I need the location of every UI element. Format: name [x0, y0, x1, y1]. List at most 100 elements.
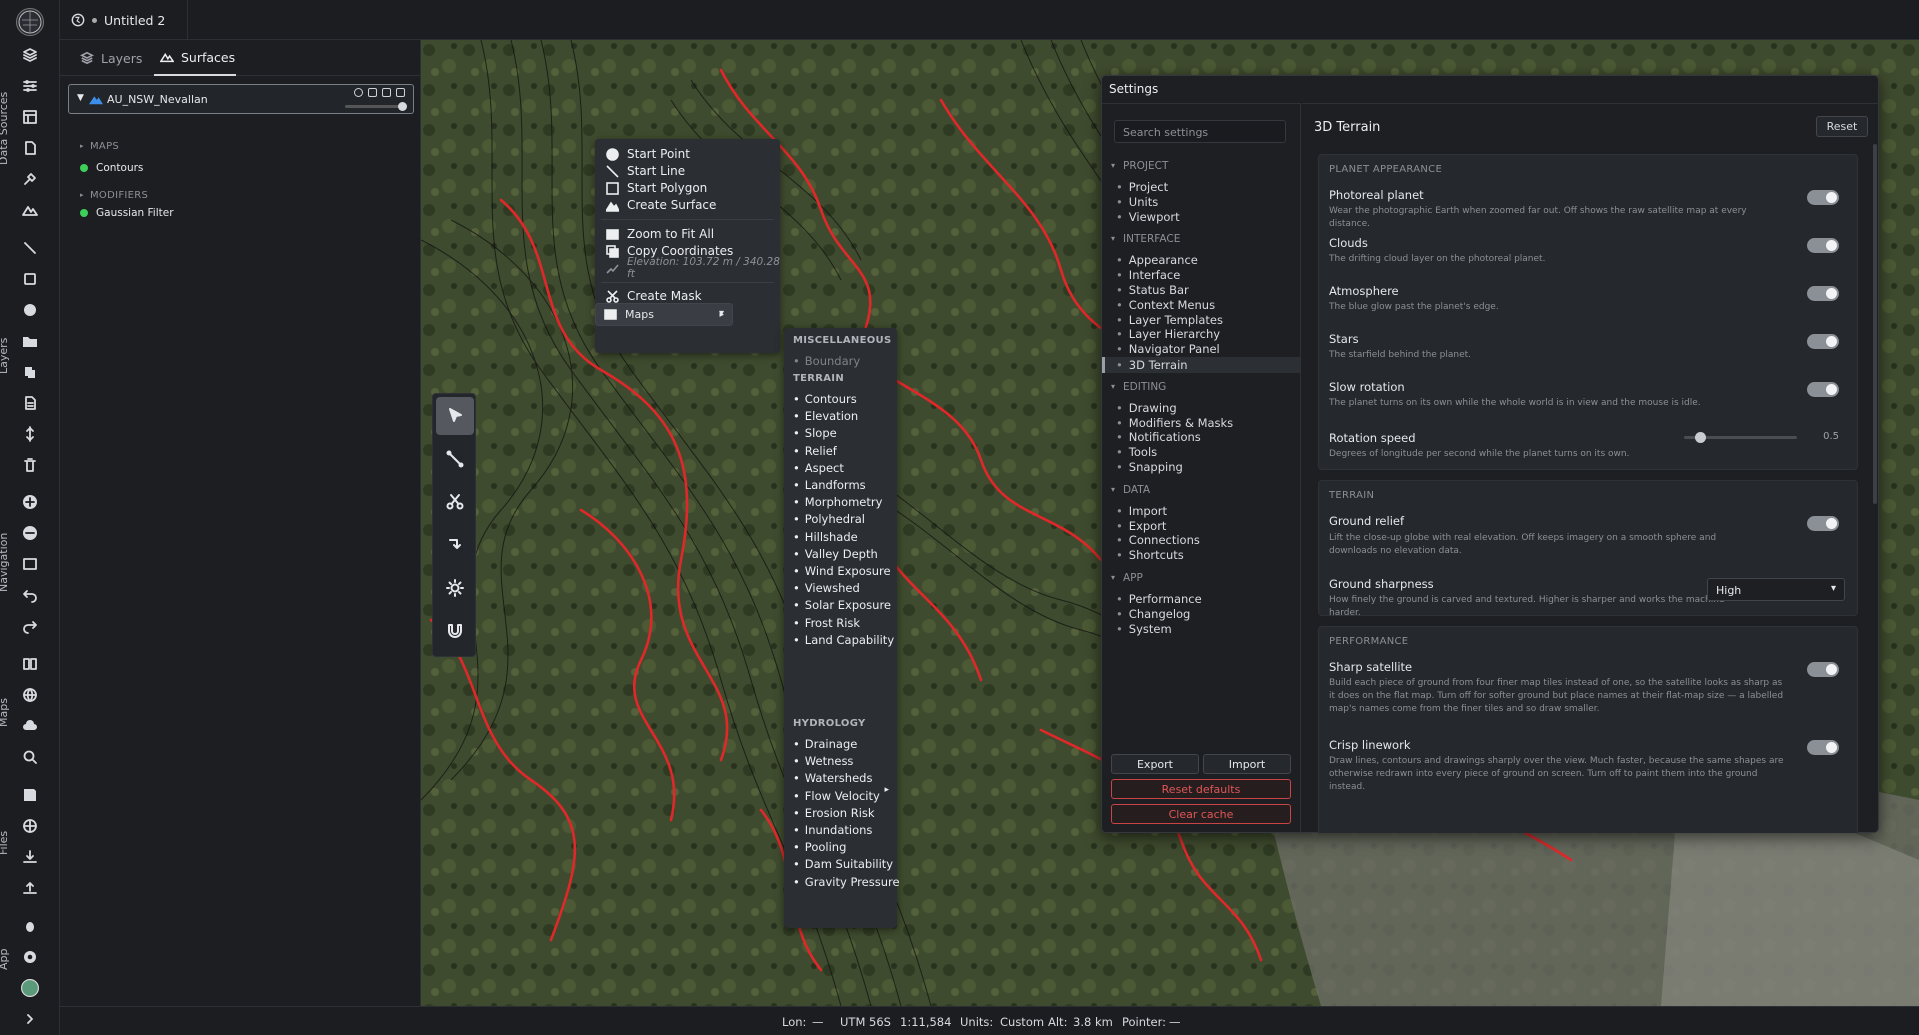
import-button[interactable]: Import	[1203, 754, 1291, 774]
settings-nav-item[interactable]: Import	[1116, 504, 1167, 518]
settings-nav-item[interactable]: Modifiers & Masks	[1116, 416, 1233, 430]
ground-relief-toggle[interactable]	[1807, 516, 1839, 531]
map-book-icon[interactable]	[18, 653, 42, 675]
settings-nav-item[interactable]: Appearance	[1116, 253, 1198, 267]
submenu-item[interactable]: Pooling	[793, 840, 847, 854]
settings-section-header[interactable]: INTERFACE	[1111, 233, 1180, 245]
snap-tool-button[interactable]	[436, 612, 474, 650]
setting-toggle[interactable]	[1807, 382, 1839, 397]
submenu-item[interactable]: Land Capability	[793, 633, 894, 647]
search-icon[interactable]	[18, 746, 42, 768]
settings-nav-item[interactable]: Units	[1116, 195, 1158, 209]
submenu-item[interactable]: Hillshade	[793, 530, 858, 544]
submenu-item[interactable]: Watersheds	[793, 771, 873, 785]
submenu-item[interactable]: Dam Suitability	[793, 857, 893, 871]
globe-icon[interactable]	[18, 684, 42, 706]
file-icon[interactable]	[18, 392, 42, 414]
cloud-icon[interactable]	[18, 715, 42, 737]
scrollbar[interactable]	[1873, 144, 1877, 504]
submenu-item[interactable]: Flow Velocity	[793, 789, 880, 803]
zoom-in-icon[interactable]	[18, 491, 42, 513]
select-tool-button[interactable]	[436, 397, 474, 435]
slider-handle[interactable]	[1694, 432, 1706, 443]
settings-section-header[interactable]: APP	[1111, 572, 1143, 584]
cut-tool-button[interactable]	[436, 483, 474, 521]
copy-icon[interactable]	[18, 361, 42, 383]
submenu-item[interactable]: Contours	[793, 392, 857, 406]
unlock-icon[interactable]	[382, 88, 391, 97]
fit-screen-icon[interactable]	[18, 553, 42, 575]
section-modifiers[interactable]: MODIFIERS	[80, 190, 148, 201]
reset-defaults-button[interactable]: Reset defaults	[1111, 779, 1291, 799]
submenu-item[interactable]: Elevation	[793, 409, 858, 423]
layers-stack-icon[interactable]	[18, 44, 42, 66]
status-units-value[interactable]: Custom	[1000, 1015, 1044, 1029]
line-tool-icon[interactable]	[18, 237, 42, 259]
submenu-item[interactable]: Aspect	[793, 461, 844, 475]
app-logo[interactable]	[16, 8, 44, 36]
submenu-item[interactable]: Morphometry	[793, 495, 883, 509]
submenu-item[interactable]: Inundations	[793, 823, 873, 837]
settings-nav-item[interactable]: Interface	[1116, 268, 1181, 282]
gear-icon[interactable]	[18, 946, 42, 968]
settings-nav-item[interactable]: Layer Templates	[1116, 313, 1223, 327]
setting-toggle[interactable]	[1807, 286, 1839, 301]
settings-nav-item[interactable]: 3D Terrain	[1102, 357, 1300, 373]
opacity-slider[interactable]	[345, 102, 407, 111]
submenu-item[interactable]: Slope	[793, 426, 837, 440]
setting-toggle[interactable]	[1807, 334, 1839, 349]
settings-nav-item[interactable]: Project	[1116, 180, 1168, 194]
settings-nav-item[interactable]: Performance	[1116, 592, 1202, 606]
settings-nav-item[interactable]: Notifications	[1116, 430, 1201, 444]
submenu-item[interactable]: Drainage	[793, 737, 858, 751]
delete-icon[interactable]	[396, 88, 405, 97]
visibility-icon[interactable]	[354, 88, 363, 97]
settings-nav-item[interactable]: Viewport	[1116, 210, 1180, 224]
settings-nav-item[interactable]: Layer Hierarchy	[1116, 327, 1220, 341]
settings-section-header[interactable]: EDITING	[1111, 381, 1166, 393]
download-icon[interactable]	[18, 846, 42, 868]
tab-surfaces[interactable]: Surfaces	[154, 40, 236, 76]
web-globe-icon[interactable]	[18, 815, 42, 837]
settings-nav-item[interactable]: Connections	[1116, 533, 1200, 547]
square-tool-icon[interactable]	[18, 268, 42, 290]
section-maps[interactable]: MAPS	[80, 141, 119, 152]
settings-nav-item[interactable]: Changelog	[1116, 607, 1191, 621]
settings-nav-item[interactable]: System	[1116, 622, 1172, 636]
upload-icon[interactable]	[18, 877, 42, 899]
settings-nav-item[interactable]: Tools	[1116, 445, 1157, 459]
rotation-speed-slider[interactable]	[1684, 432, 1797, 443]
settings-section-header[interactable]: DATA	[1111, 484, 1150, 496]
surface-layer-row[interactable]: ▼ AU_NSW_Nevallan	[68, 84, 414, 114]
slider-handle[interactable]	[398, 102, 407, 111]
submenu-item[interactable]: Viewshed	[793, 581, 860, 595]
settings-nav-item[interactable]: Context Menus	[1116, 298, 1215, 312]
tab-layers[interactable]: Layers	[80, 40, 144, 76]
settings-search-input[interactable]: Search settings	[1114, 120, 1286, 143]
clear-cache-button[interactable]: Clear cache	[1111, 804, 1291, 824]
light-tool-button[interactable]	[436, 569, 474, 607]
submenu-item[interactable]: Landforms	[793, 478, 866, 492]
satellite-icon[interactable]	[18, 168, 42, 190]
document-icon[interactable]	[18, 137, 42, 159]
settings-section-header[interactable]: PROJECT	[1111, 160, 1168, 172]
lock-icon[interactable]	[368, 88, 377, 97]
sliders-icon[interactable]	[18, 75, 42, 97]
trash-icon[interactable]	[18, 454, 42, 476]
chevron-right-icon[interactable]	[18, 1008, 42, 1030]
rotate-tool-button[interactable]	[436, 526, 474, 564]
reset-button[interactable]: Reset	[1816, 116, 1868, 137]
submenu-item[interactable]: Solar Exposure	[793, 598, 891, 612]
save-icon[interactable]	[18, 784, 42, 806]
bug-icon[interactable]	[18, 915, 42, 937]
redo-icon[interactable]	[18, 615, 42, 637]
submenu-item[interactable]: Gravity Pressure	[793, 875, 900, 889]
table-icon[interactable]	[18, 106, 42, 128]
menu-create-surface[interactable]: Create Surface	[595, 195, 780, 215]
submenu-item[interactable]: Erosion Risk	[793, 806, 875, 820]
modifier-item-gaussian[interactable]: Gaussian Filter	[80, 207, 174, 219]
export-button[interactable]: Export	[1111, 754, 1199, 774]
settings-nav-item[interactable]: Snapping	[1116, 460, 1183, 474]
settings-nav-item[interactable]: Status Bar	[1116, 283, 1189, 297]
submenu-item[interactable]: Wind Exposure	[793, 564, 891, 578]
